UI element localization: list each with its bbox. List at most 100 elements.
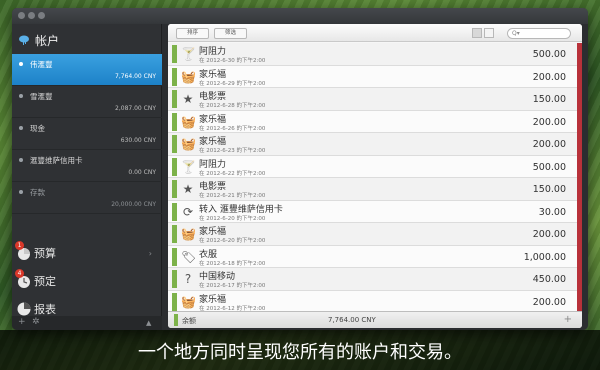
transaction-row[interactable]: 🍸 阿阻力在 2012-6-22 的下午2:00 500.00 (168, 155, 582, 178)
account-item[interactable]: 滙豐维萨信用卡 0.00 CNY (12, 150, 162, 182)
basket-icon: 🧺 (181, 137, 196, 151)
account-balance: 0.00 CNY (128, 169, 156, 176)
balance-total: 7,764.00 CNY (328, 316, 376, 324)
flag-icon (172, 157, 177, 176)
filter-button[interactable]: 筛选 (214, 28, 248, 39)
transaction-amount: 500.00 (532, 49, 566, 60)
scheduled-badge: 4 (15, 269, 24, 278)
account-item[interactable]: 伟滙豐 7,764.00 CNY (12, 54, 162, 86)
flag-icon (172, 180, 177, 198)
red-side-bar (577, 43, 582, 311)
transaction-amount: 200.00 (532, 296, 566, 308)
accounts-title: 帐户 (35, 33, 60, 48)
transaction-row[interactable]: ⟳ 转入 滙豐维萨信用卡在 2012-6-20 的下午2:00 30.00 (168, 200, 582, 223)
collapse-icon[interactable]: ▲ (146, 319, 151, 327)
transaction-amount: 450.00 (532, 274, 566, 285)
transaction-amount: 200.00 (532, 71, 566, 83)
account-name: 雪滙豐 (30, 92, 53, 101)
transaction-row[interactable]: 🧺 家乐福在 2012-6-20 的下午2:00 200.00 (168, 223, 582, 246)
flag-icon (172, 292, 177, 311)
transactions-panel: 排序 筛选 Q▾ 🍸 阿阻力在 2012-6-30 的下午2:00 500.00 🧺 家… (168, 24, 582, 328)
flag-icon (172, 67, 177, 86)
transaction-date: 在 2012-6-28 的下午2:00 (199, 103, 266, 109)
chevron-right-icon: › (148, 248, 152, 258)
zoom-button[interactable] (38, 12, 45, 19)
star-icon: ★ (182, 92, 194, 106)
transaction-row[interactable]: ★ 电影票在 2012-6-28 的下午2:00 150.00 (168, 88, 582, 111)
flag-icon (174, 314, 178, 326)
title-bar[interactable] (12, 8, 588, 24)
pie-chart-icon (17, 302, 31, 316)
nav-label: 预定 (34, 275, 56, 288)
cocktail-icon: 🍸 (181, 159, 196, 174)
account-balance: 2,087.00 CNY (115, 105, 156, 112)
transaction-date: 在 2012-6-29 的下午2:00 (199, 80, 266, 87)
account-item[interactable]: 现金 630.00 CNY (12, 118, 162, 150)
account-dot-icon (19, 94, 23, 98)
balance-label: 余额 (182, 317, 196, 325)
flag-icon (172, 45, 177, 63)
flag-icon (172, 270, 177, 288)
account-dot-icon (19, 190, 23, 194)
transaction-row[interactable]: 🧺 家乐福在 2012-6-29 的下午2:00 200.00 (168, 65, 582, 88)
toolbar: 排序 筛选 Q▾ (168, 24, 582, 42)
close-button[interactable] (18, 12, 25, 19)
account-dot-icon (19, 126, 23, 130)
transaction-list: 🍸 阿阻力在 2012-6-30 的下午2:00 500.00 🧺 家乐福在 2012-… (168, 43, 582, 311)
transaction-row[interactable]: 🧺 家乐福在 2012-6-26 的下午2:00 200.00 (168, 110, 582, 133)
sidebar-bottom-bar: + ✲ ▲ (12, 316, 162, 330)
grid-view-icon[interactable] (484, 28, 494, 38)
list-view-icon[interactable] (472, 28, 482, 38)
account-name: 存款 (30, 188, 45, 197)
flag-icon (172, 247, 177, 266)
transaction-amount: 200.00 (532, 116, 566, 128)
search-input[interactable]: Q▾ (507, 28, 571, 39)
tag-icon: 🏷 (181, 249, 197, 264)
cocktail-icon: 🍸 (181, 47, 196, 61)
budget-badge: 1 (15, 241, 24, 250)
transaction-amount: 500.00 (532, 161, 566, 173)
transaction-row[interactable]: ? 中国移动在 2012-6-17 的下午2:00 450.00 (168, 268, 582, 291)
nav-budget[interactable]: 1 预算 › (12, 238, 162, 268)
transaction-row[interactable]: 🏷 衣服在 2012-6-18 的下午2:00 1,000.00 (168, 245, 582, 268)
account-item[interactable]: 雪滙豐 2,087.00 CNY (12, 86, 162, 118)
sort-button[interactable]: 排序 (176, 28, 210, 39)
account-item[interactable]: 存款 20,000.00 CNY (12, 182, 162, 214)
account-balance: 630.00 CNY (120, 137, 156, 144)
add-icon[interactable]: + (18, 317, 26, 327)
star-icon: ★ (182, 182, 194, 196)
transaction-amount: 1,000.00 (523, 251, 566, 263)
account-name: 伟滙豐 (30, 60, 53, 69)
flag-icon (172, 90, 177, 108)
transaction-row[interactable]: 🧺 家乐福在 2012-6-23 的下午2:00 200.00 (168, 133, 582, 156)
transaction-date: 在 2012-6-23 的下午2:00 (199, 148, 266, 154)
transfer-icon: ⟳ (182, 204, 194, 219)
basket-icon: 🧺 (181, 114, 196, 129)
transaction-date: 在 2012-6-21 的下午2:00 (199, 193, 266, 199)
question-icon: ? (184, 272, 192, 286)
account-dot-icon (19, 62, 23, 66)
transaction-amount: 150.00 (532, 94, 566, 105)
transaction-date: 在 2012-6-17 的下午2:00 (199, 283, 266, 289)
nav-scheduled[interactable]: 4 预定 (12, 266, 162, 296)
minimize-button[interactable] (28, 12, 35, 19)
transaction-row[interactable]: 🧺 家乐福在 2012-6-12 的下午2:00 200.00 (168, 290, 582, 311)
nav-label: 报表 (34, 303, 56, 316)
gear-icon[interactable]: ✲ (32, 317, 40, 327)
transaction-date: 在 2012-6-26 的下午2:00 (199, 125, 266, 132)
basket-icon: 🧺 (181, 294, 196, 309)
transaction-date: 在 2012-6-20 的下午2:00 (199, 215, 266, 222)
transaction-row[interactable]: 🍸 阿阻力在 2012-6-30 的下午2:00 500.00 (168, 43, 582, 66)
nav-label: 预算 (34, 247, 56, 260)
balance-footer: 余额 7,764.00 CNY + (168, 311, 582, 328)
app-window: 帐户 伟滙豐 7,764.00 CNY 雪滙豐 2,087.00 CNY 现金 … (12, 8, 588, 330)
transaction-date: 在 2012-6-22 的下午2:00 (199, 170, 266, 177)
flag-icon (172, 202, 177, 221)
add-transaction-icon[interactable]: + (564, 314, 572, 325)
transaction-amount: 30.00 (538, 206, 566, 218)
flag-icon (172, 225, 177, 243)
transaction-date: 在 2012-6-30 的下午2:00 (199, 58, 266, 64)
transaction-amount: 150.00 (532, 184, 566, 195)
sidebar: 帐户 伟滙豐 7,764.00 CNY 雪滙豐 2,087.00 CNY 现金 … (12, 24, 162, 330)
transaction-row[interactable]: ★ 电影票在 2012-6-21 的下午2:00 150.00 (168, 178, 582, 201)
